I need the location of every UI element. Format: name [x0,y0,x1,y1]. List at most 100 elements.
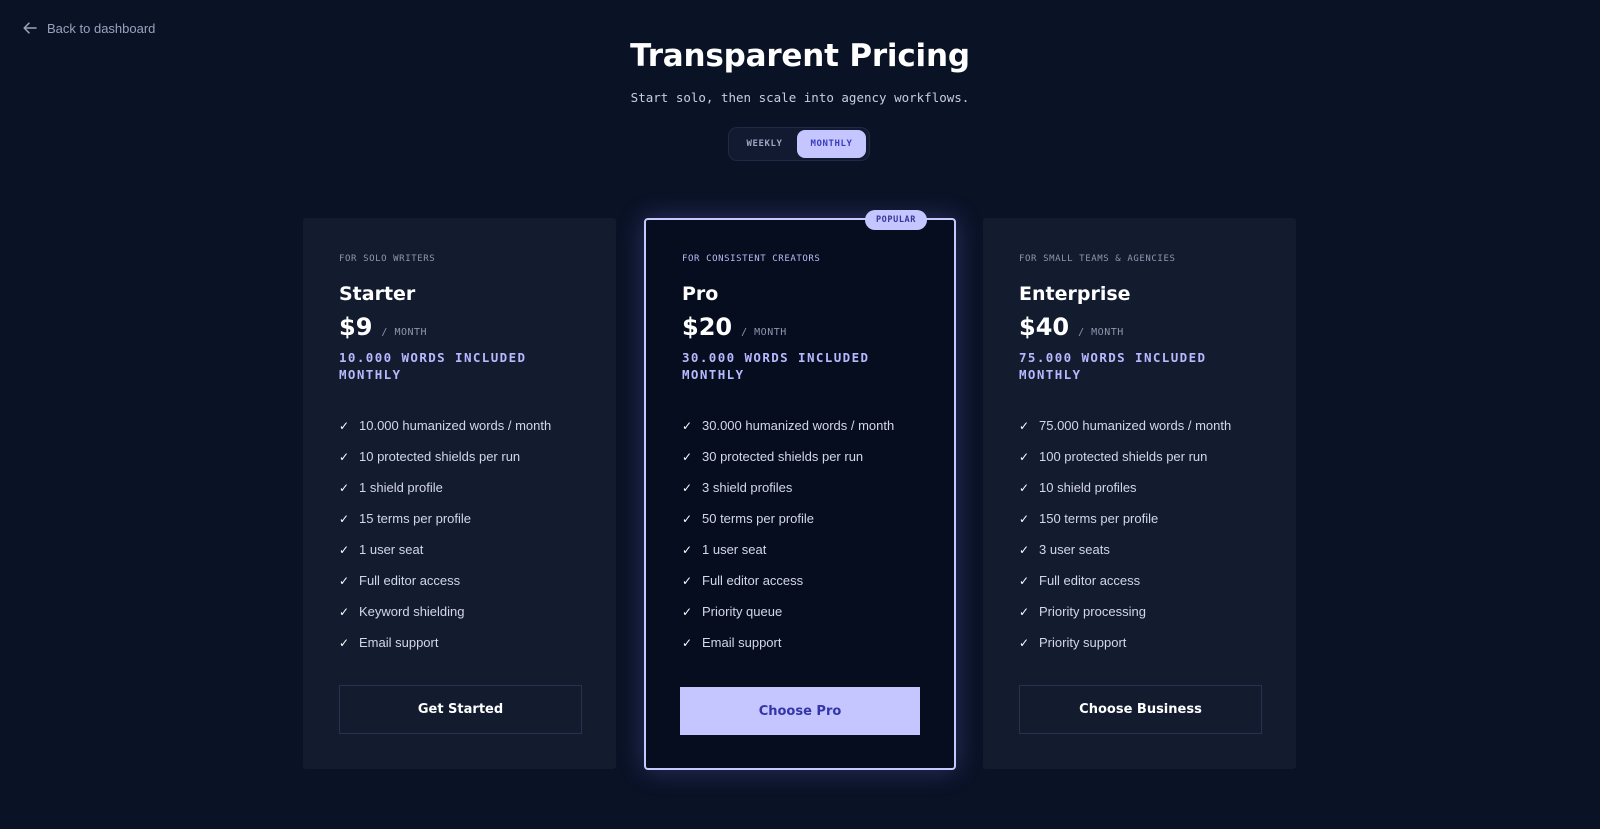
feature-text: 10 shield profiles [1039,480,1137,495]
check-icon: ✓ [682,418,693,433]
check-icon: ✓ [682,480,693,495]
feature-text: 30 protected shields per run [702,449,864,464]
feature-text: Email support [702,635,782,650]
feature-item: ✓ Keyword shielding [339,596,580,627]
check-icon: ✓ [682,573,693,588]
feature-text: Full editor access [702,573,804,588]
plan-name: Pro [682,283,719,305]
feature-text: Full editor access [1039,573,1141,588]
check-icon: ✓ [339,480,350,495]
feature-text: Full editor access [359,573,461,588]
feature-text: 150 terms per profile [1039,511,1159,526]
check-icon: ✓ [339,542,350,557]
feature-item: ✓ Email support [339,627,580,658]
back-to-dashboard-link[interactable]: Back to dashboard [22,20,155,36]
check-icon: ✓ [339,511,350,526]
feature-item: ✓ 1 shield profile [339,472,580,503]
choose-pro-button[interactable]: Choose Pro [680,687,920,735]
feature-item: ✓ Email support [682,627,918,658]
arrow-left-icon [22,20,38,36]
price-period: / MONTH [1078,327,1124,338]
check-icon: ✓ [339,449,350,464]
feature-list: ✓ 75.000 humanized words / month ✓ 100 pro… [1019,410,1260,658]
get-started-button[interactable]: Get Started [339,685,582,734]
feature-text: Email support [359,635,439,650]
check-icon: ✓ [339,635,350,650]
feature-item: ✓ 10.000 humanized words / month [339,410,580,441]
words-included: 75.000 WORDS INCLUDED MONTHLY [1019,350,1207,382]
feature-list: ✓ 30.000 humanized words / month ✓ 30 prot… [682,410,918,658]
feature-item: ✓ 10 shield profiles [1019,472,1260,503]
popular-badge: POPULAR [864,210,927,230]
page-title: Transparent Pricing [630,38,970,74]
feature-list: ✓ 10.000 humanized words / month ✓ 10 prot… [339,410,580,658]
feature-text: Priority queue [702,604,783,619]
words-included: 10.000 WORDS INCLUDED MONTHLY [339,350,527,382]
check-icon: ✓ [682,542,693,557]
feature-item: ✓ 15 terms per profile [339,503,580,534]
back-link-label: Back to dashboard [47,20,156,36]
plan-name: Enterprise [1019,283,1131,305]
feature-text: 15 terms per profile [359,511,471,526]
billing-period-toggle: WEEKLY MONTHLY [728,127,870,161]
plan-price: $9 [339,313,373,341]
plan-price: $40 [1019,313,1070,341]
feature-text: 3 shield profiles [702,480,793,495]
check-icon: ✓ [1019,480,1030,495]
feature-text: 1 user seat [702,542,767,557]
feature-item: ✓ Full editor access [682,565,918,596]
choose-business-button[interactable]: Choose Business [1019,685,1262,734]
plan-tagline: FOR SMALL TEAMS & AGENCIES [1019,254,1176,264]
price-row: $40 / MONTH [1019,313,1260,341]
feature-item: ✓ 1 user seat [339,534,580,565]
feature-item: ✓ Full editor access [1019,565,1260,596]
feature-item: ✓ 50 terms per profile [682,503,918,534]
feature-text: 3 user seats [1039,542,1110,557]
feature-item: ✓ 1 user seat [682,534,918,565]
feature-text: Priority processing [1039,604,1146,619]
feature-item: ✓ 3 shield profiles [682,472,918,503]
page-subtitle: Start solo, then scale into agency workf… [630,90,970,105]
check-icon: ✓ [682,635,693,650]
price-period: / MONTH [381,327,428,338]
check-icon: ✓ [1019,449,1030,464]
feature-item: ✓ Priority queue [682,596,918,627]
plan-price: $20 [682,313,733,341]
feature-text: 75.000 humanized words / month [1039,418,1232,433]
check-icon: ✓ [1019,542,1030,557]
words-included: 30.000 WORDS INCLUDED MONTHLY [682,350,870,382]
pricing-header: Transparent Pricing Start solo, then sca… [0,38,1600,105]
check-icon: ✓ [1019,573,1030,588]
toggle-weekly[interactable]: WEEKLY [732,130,797,158]
check-icon: ✓ [1019,511,1030,526]
feature-item: ✓ 10 protected shields per run [339,441,580,472]
plan-tagline: FOR CONSISTENT CREATORS [682,254,821,264]
check-icon: ✓ [682,449,693,464]
toggle-monthly[interactable]: MONTHLY [797,130,866,158]
plan-card-starter: FOR SOLO WRITERS Starter $9 / MONTH 10.0… [303,218,616,769]
check-icon: ✓ [339,604,350,619]
check-icon: ✓ [682,511,693,526]
feature-item: ✓ 30 protected shields per run [682,441,918,472]
feature-item: ✓ Priority support [1019,627,1260,658]
plan-card-pro: POPULAR FOR CONSISTENT CREATORS Pro $20 … [644,210,956,770]
feature-item: ✓ 150 terms per profile [1019,503,1260,534]
feature-item: ✓ 30.000 humanized words / month [682,410,918,441]
feature-item: ✓ 3 user seats [1019,534,1260,565]
feature-item: ✓ 75.000 humanized words / month [1019,410,1260,441]
plan-tagline: FOR SOLO WRITERS [339,254,436,264]
check-icon: ✓ [1019,604,1030,619]
feature-text: Priority support [1039,635,1127,650]
feature-item: ✓ Priority processing [1019,596,1260,627]
check-icon: ✓ [339,573,350,588]
plan-name: Starter [339,283,416,305]
feature-text: 10.000 humanized words / month [359,418,552,433]
check-icon: ✓ [1019,635,1030,650]
feature-text: Keyword shielding [359,604,465,619]
feature-text: 50 terms per profile [702,511,814,526]
price-row: $9 / MONTH [339,313,580,341]
feature-text: 1 shield profile [359,480,443,495]
feature-item: ✓ 100 protected shields per run [1019,441,1260,472]
check-icon: ✓ [682,604,693,619]
feature-text: 100 protected shields per run [1039,449,1208,464]
